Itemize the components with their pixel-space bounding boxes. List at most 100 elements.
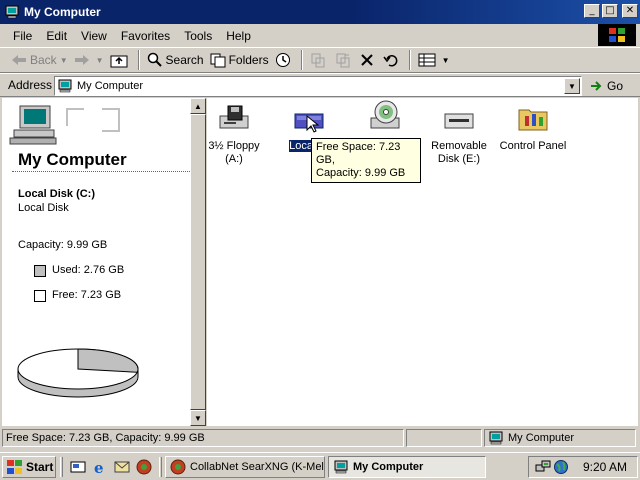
my-computer-icon xyxy=(334,460,348,473)
close-button[interactable]: ✕ xyxy=(622,4,638,18)
drive-label-line2: Disk (E:) xyxy=(437,153,481,165)
task-area-handle[interactable] xyxy=(159,456,162,477)
floppy-drive-icon xyxy=(219,105,249,129)
views-dropdown-icon[interactable]: ▼ xyxy=(442,56,450,65)
used-slice xyxy=(77,348,139,373)
menu-edit[interactable]: Edit xyxy=(39,27,74,45)
status-text: Free Space: 7.23 GB, Capacity: 9.99 GB xyxy=(2,429,404,447)
maximize-button[interactable]: □ xyxy=(602,4,618,18)
drive-tooltip: Free Space: 7.23 GB, Capacity: 9.99 GB xyxy=(311,138,421,183)
up-folder-button[interactable] xyxy=(107,49,134,71)
task-button-my-computer[interactable]: My Computer xyxy=(328,455,486,478)
maximize-icon: □ xyxy=(605,5,615,16)
menu-view[interactable]: View xyxy=(74,27,114,45)
status-zone: My Computer xyxy=(484,429,636,447)
folders-button[interactable]: Folders xyxy=(207,49,272,71)
minimize-button[interactable]: _ xyxy=(584,4,600,18)
system-tray: 9:20 AM xyxy=(528,456,638,478)
copy-to-icon xyxy=(336,53,350,68)
quick-launch: e xyxy=(67,459,155,475)
toolbar-separator xyxy=(408,50,411,70)
back-arrow-icon xyxy=(12,55,26,65)
clock[interactable]: 9:20 AM xyxy=(583,460,627,474)
address-label: Address xyxy=(8,78,53,92)
undo-icon xyxy=(382,55,397,67)
back-button[interactable]: Back ▼ xyxy=(8,49,71,71)
move-to-button[interactable] xyxy=(307,49,332,71)
free-space: Free: 7.23 GB xyxy=(52,289,122,301)
search-icon xyxy=(147,52,162,67)
task-label: CollabNet SearXNG (K-Mel... xyxy=(190,460,325,473)
my-computer-icon xyxy=(489,431,503,445)
views-icon xyxy=(418,53,436,67)
browser-icon xyxy=(170,459,186,474)
up-folder-icon xyxy=(110,55,128,68)
go-label: Go xyxy=(607,79,624,93)
views-button[interactable]: ▼ xyxy=(415,49,453,71)
quicklaunch-handle[interactable] xyxy=(60,456,63,477)
folders-icon xyxy=(210,53,226,68)
toolbar-separator xyxy=(300,50,303,70)
toolbar-separator xyxy=(137,50,140,70)
delete-icon xyxy=(360,54,373,66)
start-button[interactable]: Start xyxy=(2,455,56,478)
toolbar: Back ▼ ▼ Search Folders ▼ xyxy=(0,47,640,73)
minimize-icon: _ xyxy=(589,5,595,16)
move-to-icon xyxy=(311,53,325,68)
drive-type: Local Disk xyxy=(18,202,69,214)
chevron-down-icon: ▼ xyxy=(568,81,576,91)
search-button[interactable]: Search xyxy=(144,49,207,71)
network-icon[interactable] xyxy=(535,459,551,475)
info-pane: My Computer Local Disk (C:) Local Disk C… xyxy=(2,98,190,426)
free-legend-swatch xyxy=(34,290,46,302)
drive-capacity: Capacity: 9.99 GB xyxy=(18,239,108,251)
globe-icon[interactable] xyxy=(553,459,569,475)
chevron-down-icon: ▼ xyxy=(194,413,202,423)
outlook-express-icon[interactable] xyxy=(114,459,130,475)
drive-removable-e[interactable]: Removable Disk (E:) xyxy=(421,102,497,166)
menu-favorites[interactable]: Favorites xyxy=(114,27,177,45)
address-dropdown-button[interactable]: ▼ xyxy=(564,78,580,94)
my-computer-banner-icon xyxy=(9,105,120,145)
scroll-down-button[interactable]: ▼ xyxy=(190,410,206,426)
history-button[interactable] xyxy=(272,49,297,71)
hard-disk-icon xyxy=(294,113,324,133)
forward-button[interactable]: ▼ xyxy=(71,49,107,71)
drive-list[interactable]: 3½ Floppy (A:) Local Di Removable Disk (E:… xyxy=(207,98,638,426)
drive-label: Control Panel xyxy=(499,140,567,152)
address-field[interactable]: My Computer ▼ xyxy=(54,76,582,96)
back-dropdown-icon[interactable]: ▼ xyxy=(60,56,68,65)
task-label: My Computer xyxy=(353,460,424,473)
back-label: Back xyxy=(30,53,57,67)
go-arrow-icon xyxy=(591,81,602,91)
menu-tools[interactable]: Tools xyxy=(177,27,219,45)
used-legend-swatch xyxy=(34,265,46,277)
windows-flag-icon xyxy=(609,28,625,42)
address-value: My Computer xyxy=(77,80,144,92)
status-bar: Free Space: 7.23 GB, Capacity: 9.99 GB M… xyxy=(0,428,640,448)
drive-cd-rom[interactable] xyxy=(347,100,423,135)
drive-label: 3½ Floppy xyxy=(208,140,260,152)
task-button-browser[interactable]: CollabNet SearXNG (K-Mel... xyxy=(165,455,325,478)
windows-flag-icon xyxy=(7,459,22,474)
drive-floppy-a[interactable]: 3½ Floppy (A:) xyxy=(196,102,272,166)
undo-button[interactable] xyxy=(380,49,405,71)
delete-button[interactable] xyxy=(357,49,380,71)
control-panel-icon xyxy=(518,109,548,131)
show-desktop-icon[interactable] xyxy=(70,459,86,475)
forward-dropdown-icon[interactable]: ▼ xyxy=(96,56,104,65)
start-label: Start xyxy=(26,459,54,474)
menu-file[interactable]: File xyxy=(6,27,39,45)
my-computer-icon xyxy=(5,5,19,19)
control-panel-folder[interactable]: Control Panel xyxy=(495,102,571,153)
pane-divider xyxy=(12,171,190,172)
menu-help[interactable]: Help xyxy=(219,27,258,45)
copy-to-button[interactable] xyxy=(332,49,357,71)
browser-icon[interactable] xyxy=(136,459,152,475)
pane-title: My Computer xyxy=(18,150,127,169)
tooltip-free-space: Free Space: 7.23 GB, xyxy=(316,141,401,166)
internet-explorer-icon[interactable]: e xyxy=(92,459,108,475)
title-bar[interactable]: My Computer _ □ ✕ xyxy=(0,0,640,24)
go-button[interactable]: Go xyxy=(590,77,634,95)
address-bar: Address My Computer ▼ Go xyxy=(0,73,640,97)
